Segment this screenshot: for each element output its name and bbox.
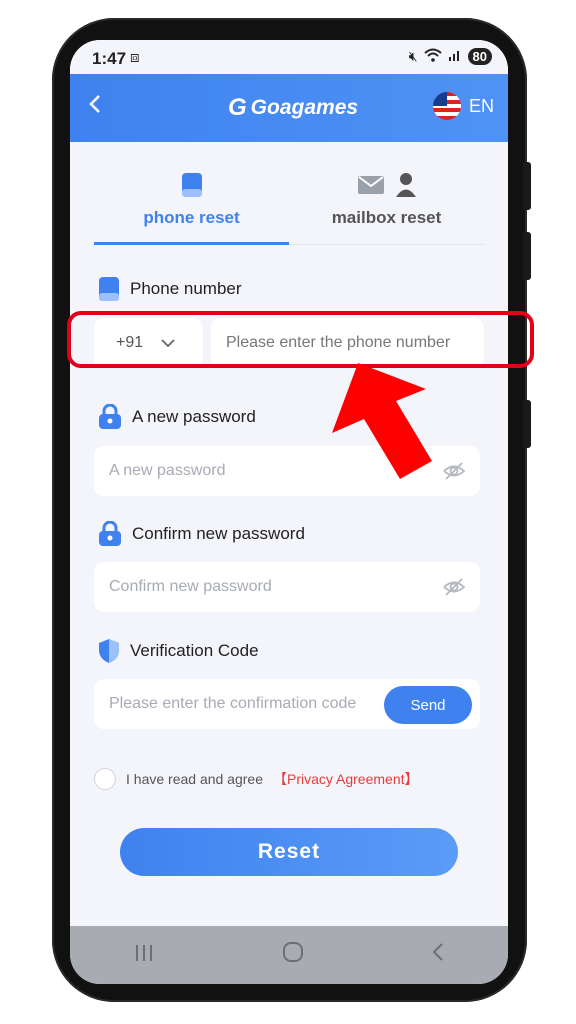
code-placeholder: Please enter the confirmation code [109, 695, 357, 712]
volume-down-button [523, 232, 531, 280]
chevron-left-icon [89, 95, 100, 113]
app-name: Goagames [250, 96, 359, 119]
send-code-button[interactable]: Send [384, 686, 472, 724]
agreement-text: I have read and agree [126, 771, 263, 787]
lock-icon [99, 521, 121, 546]
recent-apps-icon[interactable] [134, 942, 154, 968]
status-icons: 🔇︎ 80 [409, 48, 492, 65]
language-label: EN [468, 95, 494, 116]
logo-icon: G [228, 94, 247, 121]
back-button[interactable] [88, 90, 102, 122]
back-nav-icon[interactable] [432, 942, 444, 968]
label-text: Phone number [130, 279, 242, 298]
tab-label: mailbox reset [331, 208, 442, 227]
phone-icon [181, 173, 202, 197]
new-password-label: A new password [98, 404, 256, 430]
verification-code-input[interactable]: Please enter the confirmation code Send [94, 679, 480, 729]
pointer-arrow-icon [332, 363, 432, 479]
wifi-icon [423, 48, 442, 65]
agree-checkbox[interactable] [94, 768, 116, 790]
phone-number-label: Phone number [98, 276, 242, 302]
eye-off-icon[interactable] [442, 575, 466, 599]
user-icon [395, 173, 416, 197]
mail-icon [357, 176, 384, 194]
home-icon[interactable] [282, 941, 304, 969]
agreement-row: I have read and agree 【Privacy Agreement… [94, 768, 419, 790]
signal-icon [448, 48, 462, 65]
label-text: A new password [132, 407, 256, 426]
confirm-password-input[interactable]: Confirm new password [94, 562, 480, 612]
confirm-password-placeholder: Confirm new password [109, 578, 272, 595]
privacy-agreement-link[interactable]: 【Privacy Agreement】 [273, 769, 419, 789]
battery-badge: 80 [467, 48, 492, 65]
reset-tabs: phone reset mailbox reset [94, 164, 484, 245]
us-flag-icon [432, 92, 461, 120]
system-nav-bar [70, 926, 508, 984]
eye-off-icon[interactable] [442, 459, 466, 483]
status-bar: 1:47 ⧈ 🔇︎ 80 [70, 40, 508, 74]
new-password-placeholder: A new password [109, 462, 226, 479]
mute-icon: 🔇︎ [408, 48, 418, 64]
tab-mailbox-reset[interactable]: mailbox reset [289, 164, 484, 244]
tab-label: phone reset [143, 208, 240, 227]
confirm-password-label: Confirm new password [98, 521, 305, 547]
app-header: G Goagames EN [70, 74, 508, 142]
power-button [523, 400, 531, 448]
highlight-box [67, 311, 534, 368]
shield-icon [99, 639, 119, 663]
screen-record-icon: ⧈ [130, 49, 140, 66]
tab-phone-reset[interactable]: phone reset [94, 164, 289, 245]
screen: 1:47 ⧈ 🔇︎ 80 G Goagames EN phone reset m… [70, 40, 508, 984]
app-logo: G Goagames [228, 94, 358, 122]
label-text: Confirm new password [132, 524, 305, 543]
volume-up-button [523, 162, 531, 210]
reset-button[interactable]: Reset [120, 828, 458, 876]
phone-icon [99, 277, 119, 301]
language-selector[interactable]: EN [432, 92, 494, 120]
status-time: 1:47 [92, 49, 127, 68]
label-text: Verification Code [130, 641, 259, 660]
verification-code-label: Verification Code [98, 638, 259, 664]
lock-icon [99, 404, 121, 429]
